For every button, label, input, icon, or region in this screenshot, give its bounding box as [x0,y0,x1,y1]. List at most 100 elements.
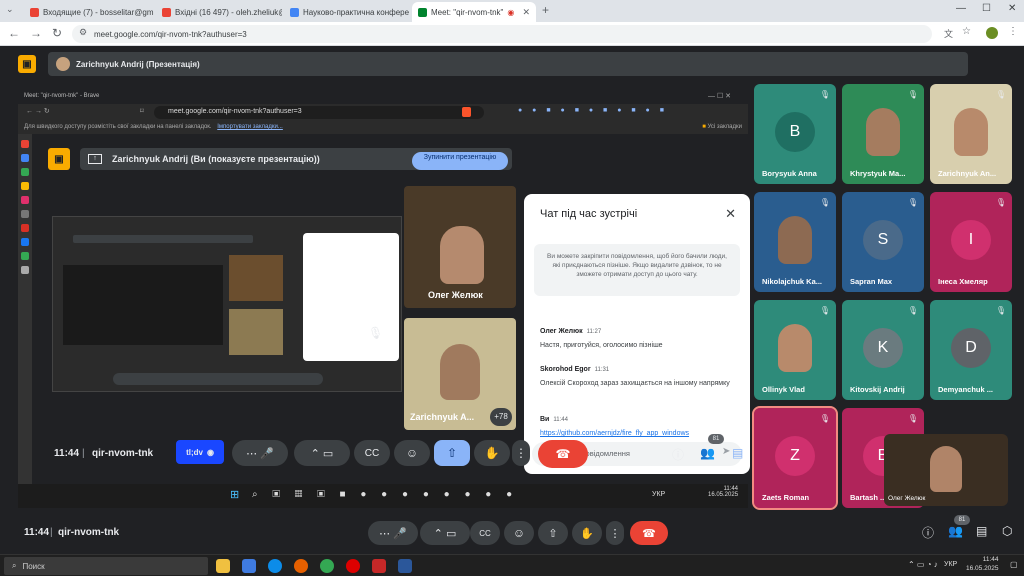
import-bookmarks-link: Імпортувати закладки... [217,124,283,130]
participant-tile[interactable]: D 🎙 Demyanchuk ... [930,300,1012,400]
bookmarks-bar: Для швидкого доступу розмістіть свої зак… [18,122,748,134]
tab-gmail-2[interactable]: Вхідні (16 497) - oleh.zheliuk@ ✕ [156,2,282,22]
nested-chat [303,233,399,361]
file-explorer-icon[interactable] [216,559,230,573]
audio-options-button[interactable]: ⋯ 🎤 [368,521,418,545]
avatar-initial: B [775,112,815,152]
mic-button: ⋯ 🎤 [232,440,288,466]
back-arrow-icon[interactable]: ← [8,26,20,40]
present-button: ⇧ [434,440,470,466]
participant-tile[interactable]: 🎙 Nikolajchuk Ka... [754,192,836,292]
self-view-tile[interactable]: Олег Желюк [884,434,1008,506]
tab-gmail-1[interactable]: Входящие (7) - bosselitar@gm ✕ [24,2,154,22]
present-button[interactable]: ⇧ [538,521,568,545]
keyboard-language[interactable]: УКР [944,561,957,568]
presentation-logo-icon: ▣ [48,148,70,170]
edge-icon[interactable] [268,559,282,573]
store-icon[interactable] [242,559,256,573]
presenter-chip[interactable]: Zarichnyuk Andrij (Презентація) [48,52,968,76]
instagram-icon [21,196,29,204]
people-count-badge: 81 [954,515,970,525]
record-icon: ◉ [206,447,214,457]
more-options-button[interactable]: ⋮ [606,521,624,545]
people-icon[interactable]: 👥 [948,524,963,538]
chat-icon[interactable]: ▤ [976,524,987,538]
address-bar[interactable]: ⚙ meet.google.com/qir-nvom-tnk?authuser=… [72,25,932,43]
bookmarks-hint: Для швидкого доступу розмістіть свої зак… [24,124,212,130]
activities-icon[interactable]: ⬡ [1002,524,1012,538]
gmail-icon [21,140,29,148]
emoji-button[interactable]: ☺ [504,521,534,545]
new-tab-button[interactable]: + [542,3,549,17]
person-video [954,108,988,156]
app-icon[interactable] [372,559,386,573]
participant-name: Demyanchuk ... [938,385,994,394]
separator: | [50,527,53,538]
url-text: meet.google.com/qir-nvom-tnk?authuser=3 [94,29,247,39]
profile-avatar[interactable] [986,27,998,39]
participant-tile[interactable]: 🎙 Zarichnyuk An... [930,84,1012,184]
tab-conference[interactable]: Науково-практична конфере ✕ [284,2,410,22]
info-icon: ⓘ [672,448,685,462]
brave-icon [462,107,471,117]
participant-tile[interactable]: S 🎙 Sapran Max [842,192,924,292]
close-window-button[interactable]: ✕ [1008,3,1016,14]
raise-hand-button[interactable]: ✋ [572,521,602,545]
tile-name: Zarichnyuk A... [410,412,475,422]
gmail-icon [162,7,171,17]
send-icon: ➤ [722,446,731,457]
close-icon[interactable]: ✕ [522,7,530,18]
translate-icon[interactable]: 文 [944,27,953,40]
participant-tile[interactable]: Z 🎙 Zaets Roman [752,406,838,510]
tray-lang: УКР [652,491,666,498]
opera-icon[interactable] [346,559,360,573]
message-text: Олексій Скороход зараз захищається на ін… [540,380,730,387]
captions-button[interactable]: CC [470,521,500,545]
message-time: 11:31 [594,367,610,373]
taskbar-clock[interactable]: 11:44 16.05.2025 [966,556,999,574]
mic-off-icon: 🎙 [819,198,830,207]
people-count-badge: 81 [708,434,724,444]
participant-name: Zaets Roman [762,493,810,502]
mic-off-icon: 🎙 [907,306,918,315]
video-options-button[interactable]: ⌃ ▭ [420,521,470,545]
more-participants-badge: +78 [490,408,512,426]
message-sender: Ви [540,416,550,423]
word-icon[interactable] [398,559,412,573]
firefox-icon[interactable] [294,559,308,573]
shared-window-title: Meet: "qir-nvom-tnk" - Brave [18,90,748,104]
forward-arrow-icon[interactable]: → [30,26,42,40]
window-controls: — ☐ ✕ [708,93,732,100]
participant-tile[interactable]: K 🎙 Kitovskij Andrij [842,300,924,400]
inner-time: 11:44 [54,448,80,459]
mic-off-icon: 🎙 [995,90,1006,99]
taskbar-search[interactable]: ⌕ Поиск [4,557,208,575]
end-call-button[interactable]: ☎ [630,521,668,545]
star-icon[interactable]: ☆ [962,26,971,37]
menu-icon[interactable]: ⋮ [1008,26,1018,37]
close-icon: ✕ [725,206,736,221]
participant-tile[interactable]: B 🎙 Borysyuk Anna [754,84,836,184]
tab-search-icon[interactable]: ⌄ [6,4,14,15]
chrome-icon[interactable] [320,559,334,573]
meeting-info-icon[interactable]: ⓘ [922,524,934,541]
participant-tile[interactable]: 🎙 Khrystyuk Ma... [842,84,924,184]
maximize-button[interactable]: ☐ [982,3,991,14]
mic-off-icon: 🎙 [819,414,830,423]
avatar-initial: D [951,328,991,368]
tray-icons[interactable]: ⌃ ▭ ◔ ♪ [908,560,938,569]
minimize-button[interactable]: — [956,3,966,14]
tab-meet[interactable]: Meet: "qir-nvom-tnk" ◉ ✕ [412,2,536,22]
participant-tile[interactable]: 🎙 Ollinyk Vlad [754,300,836,400]
site-info-icon[interactable]: ⚙ [79,27,87,38]
tab-label: Meet: "qir-nvom-tnk" [431,7,504,17]
person-video [778,324,812,372]
avatar-initial: Z [775,436,815,476]
clock-time: 11:44 [982,556,999,563]
participant-tile[interactable]: І 🎙 Інеса Хмеляр [930,192,1012,292]
reload-icon[interactable]: ↻ [52,26,62,40]
message-time: 11:44 [553,417,568,423]
avatar-initial: І [951,220,991,260]
notification-icon[interactable]: ▢ [1010,560,1018,569]
meet-icon [418,7,427,17]
